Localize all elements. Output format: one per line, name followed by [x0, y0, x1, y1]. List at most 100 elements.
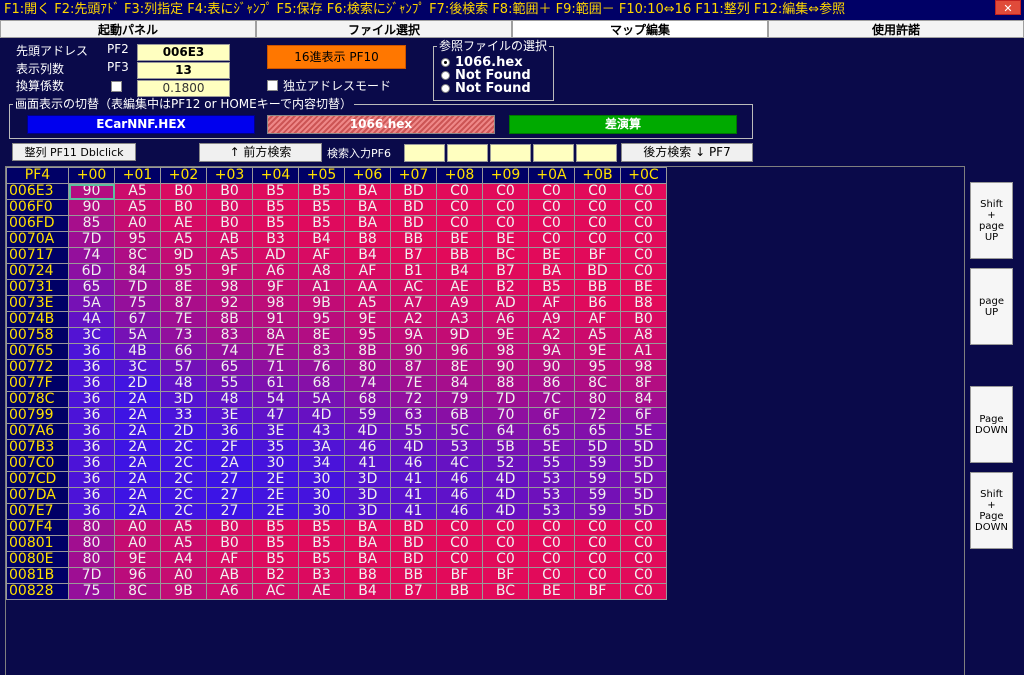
map-cell[interactable]: 55 [390, 423, 437, 440]
coefficient-field[interactable]: 0.1800 [137, 80, 230, 97]
row-address[interactable]: 00772 [6, 359, 69, 376]
row-address[interactable]: 00765 [6, 343, 69, 360]
map-cell[interactable]: AC [390, 279, 437, 296]
map-cell[interactable]: 55 [528, 455, 575, 472]
map-cell[interactable]: 9E [114, 551, 161, 568]
map-cell[interactable]: 27 [206, 471, 253, 488]
map-cell[interactable]: BA [528, 263, 575, 280]
map-cell[interactable]: A5 [160, 535, 207, 552]
map-cell[interactable]: C0 [574, 231, 621, 248]
row-address[interactable]: 0073E [6, 295, 69, 312]
row-address[interactable]: 007F4 [6, 519, 69, 536]
map-cell[interactable]: BD [390, 183, 437, 200]
map-cell[interactable]: C0 [574, 551, 621, 568]
map-cell[interactable]: C0 [528, 183, 575, 200]
row-address[interactable]: 0080E [6, 551, 69, 568]
map-cell[interactable]: A0 [160, 567, 207, 584]
map-cell[interactable]: A6 [482, 311, 529, 328]
map-cell[interactable]: C0 [620, 247, 667, 264]
map-cell[interactable]: 3D [344, 503, 391, 520]
map-cell[interactable]: 59 [574, 487, 621, 504]
map-cell[interactable]: A5 [160, 519, 207, 536]
map-cell[interactable]: 36 [68, 503, 115, 520]
map-cell[interactable]: 2A [114, 439, 161, 456]
map-cell[interactable]: 9E [574, 343, 621, 360]
map-cell[interactable]: 95 [344, 327, 391, 344]
map-cell[interactable]: 36 [68, 455, 115, 472]
map-cell[interactable]: 36 [68, 423, 115, 440]
map-cell[interactable]: 74 [206, 343, 253, 360]
page-down-button[interactable]: Page DOWN [970, 386, 1013, 463]
map-cell[interactable]: 2E [252, 471, 299, 488]
map-cell[interactable]: C0 [482, 551, 529, 568]
column-header[interactable]: +00 [68, 167, 115, 184]
map-cell[interactable]: B5 [298, 519, 345, 536]
map-cell[interactable]: BD [390, 551, 437, 568]
map-cell[interactable]: 80 [344, 359, 391, 376]
row-address[interactable]: 00724 [6, 263, 69, 280]
tab-license[interactable]: 使用許諾 [768, 20, 1024, 38]
map-cell[interactable]: 8C [574, 375, 621, 392]
map-cell[interactable]: 96 [436, 343, 483, 360]
column-header[interactable]: +0C [620, 167, 667, 184]
column-header[interactable]: +04 [252, 167, 299, 184]
map-cell[interactable]: 3D [160, 391, 207, 408]
align-button[interactable]: 整列 PF11 Dblclick [12, 143, 136, 161]
columns-field[interactable]: 13 [137, 62, 230, 79]
map-cell[interactable]: 98 [252, 295, 299, 312]
map-cell[interactable]: 74 [68, 247, 115, 264]
map-cell[interactable]: A4 [160, 551, 207, 568]
map-cell[interactable]: 2A [114, 455, 161, 472]
map-cell[interactable]: 3E [252, 423, 299, 440]
map-cell[interactable]: B3 [298, 567, 345, 584]
map-cell[interactable]: B0 [206, 215, 253, 232]
row-address[interactable]: 0070A [6, 231, 69, 248]
map-cell[interactable]: 2A [206, 455, 253, 472]
map-cell[interactable]: 63 [390, 407, 437, 424]
row-address[interactable]: 00731 [6, 279, 69, 296]
map-cell[interactable]: BA [344, 551, 391, 568]
map-cell[interactable]: C0 [436, 535, 483, 552]
column-header[interactable]: +0B [574, 167, 621, 184]
map-cell[interactable]: 76 [298, 359, 345, 376]
map-cell[interactable]: 90 [68, 199, 115, 216]
map-cell[interactable]: 95 [114, 231, 161, 248]
row-address[interactable]: 00828 [6, 583, 69, 600]
map-cell[interactable]: A5 [206, 247, 253, 264]
map-cell[interactable]: 7D [68, 567, 115, 584]
column-header[interactable]: +07 [390, 167, 437, 184]
column-header[interactable]: +03 [206, 167, 253, 184]
map-cell[interactable]: 48 [160, 375, 207, 392]
map-cell[interactable]: 2E [252, 487, 299, 504]
map-cell[interactable]: AA [344, 279, 391, 296]
map-cell[interactable]: A5 [114, 199, 161, 216]
map-cell[interactable]: B0 [206, 519, 253, 536]
map-cell[interactable]: C0 [574, 183, 621, 200]
map-cell[interactable]: 2C [160, 471, 207, 488]
map-cell[interactable]: AF [206, 551, 253, 568]
map-cell[interactable]: C0 [436, 199, 483, 216]
map-cell[interactable]: 72 [574, 407, 621, 424]
map-cell[interactable]: 3C [114, 359, 161, 376]
map-cell[interactable]: C0 [482, 535, 529, 552]
map-cell[interactable]: 65 [68, 279, 115, 296]
map-cell[interactable]: BE [482, 231, 529, 248]
map-cell[interactable]: 6F [528, 407, 575, 424]
map-cell[interactable]: 6D [68, 263, 115, 280]
map-cell[interactable]: 87 [390, 359, 437, 376]
map-cell[interactable]: 95 [574, 359, 621, 376]
map-cell[interactable]: 66 [160, 343, 207, 360]
map-cell[interactable]: 3C [68, 327, 115, 344]
map-cell[interactable]: C0 [528, 567, 575, 584]
map-cell[interactable]: B4 [436, 263, 483, 280]
search-byte-field-4[interactable] [533, 144, 574, 162]
map-cell[interactable]: BD [574, 263, 621, 280]
map-cell[interactable]: C0 [528, 215, 575, 232]
map-cell[interactable]: B0 [206, 199, 253, 216]
map-cell[interactable]: 41 [390, 487, 437, 504]
map-cell[interactable]: A0 [114, 535, 161, 552]
map-cell[interactable]: A6 [206, 583, 253, 600]
map-cell[interactable]: 9A [390, 327, 437, 344]
map-cell[interactable]: AE [298, 583, 345, 600]
map-cell[interactable]: B6 [574, 295, 621, 312]
